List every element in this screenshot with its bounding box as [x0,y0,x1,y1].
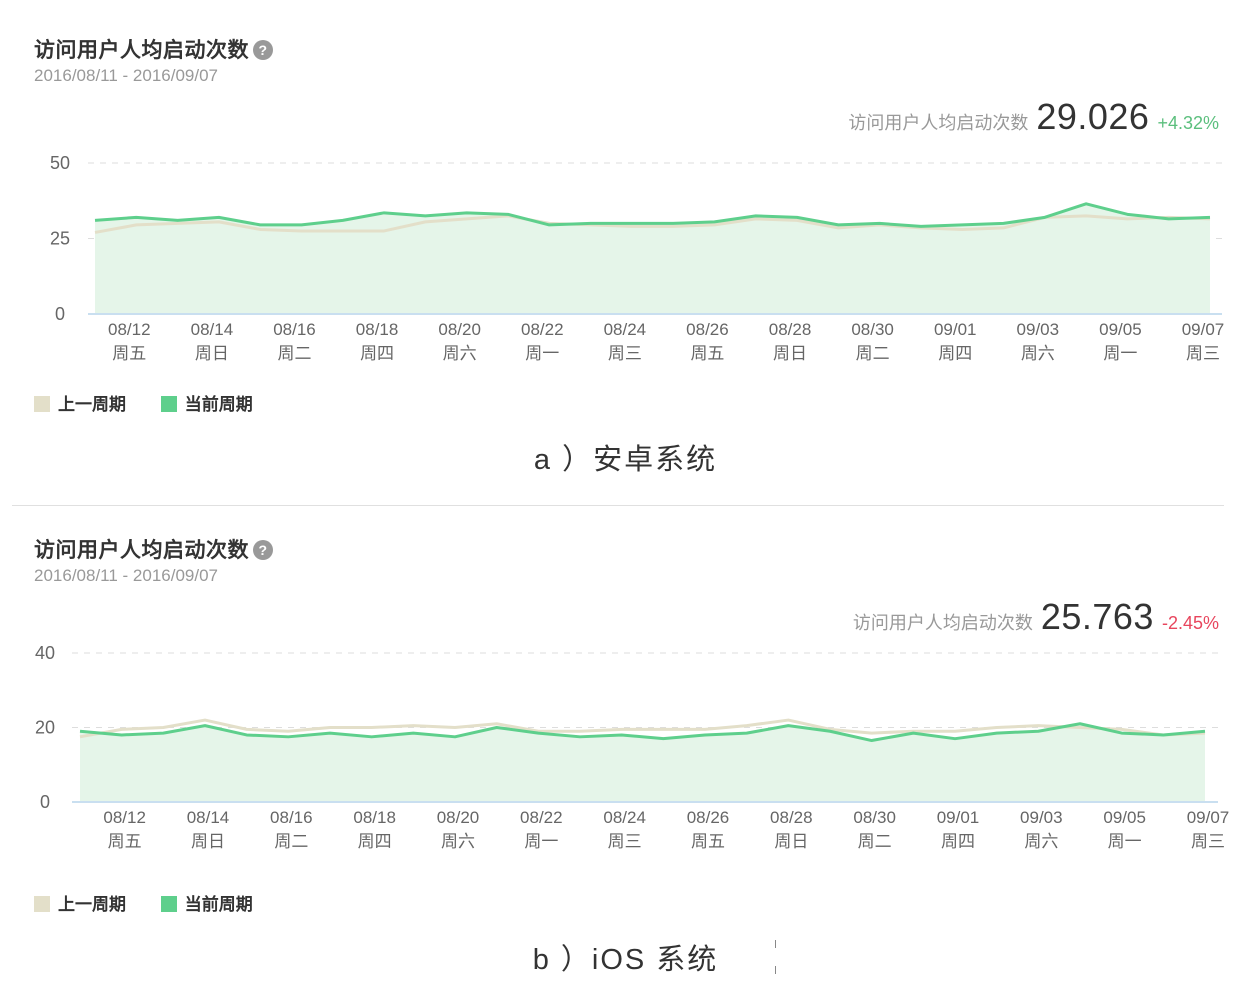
y-tick-label: 0 [40,792,50,812]
x-tick-weekday: 周一 [525,344,559,363]
x-tick-label: 09/01 [934,320,977,339]
x-tick-label: 08/16 [270,808,313,827]
x-tick-label: 08/16 [273,320,316,339]
x-tick-weekday: 周三 [1186,344,1220,363]
legend-swatch-previous [34,896,50,912]
figure-caption: b ）iOS 系统 [532,944,719,976]
line-area-chart: 0 20 40 08/12 周五 08/14 周日 08/16 周二 08/18 周四 08/20 周六… [35,643,1230,851]
chart-panel-android: 访问用户人均启动次数? 2016/08/11 - 2016/09/07 访问用户… [0,0,1251,500]
x-tick-label: 08/22 [521,320,564,339]
x-tick-label: 08/24 [604,320,647,339]
x-tick-label: 08/20 [438,320,481,339]
legend: 上一周期 当前周期 [34,890,283,915]
x-tick-weekday: 周一 [524,832,558,851]
figure-caption: a ）安卓系统 [533,444,718,476]
legend-item-previous[interactable]: 上一周期 [34,390,126,415]
x-tick-label: 08/26 [686,320,729,339]
x-tick-label: 08/12 [108,320,151,339]
x-tick-label: 08/30 [851,320,894,339]
x-tick-label: 08/26 [687,808,730,827]
x-tick-weekday: 周四 [358,832,392,851]
y-tick-label: 0 [55,304,65,324]
area-fill-current [95,203,1210,314]
x-tick-label: 09/03 [1020,808,1063,827]
x-tick-label: 08/18 [353,808,396,827]
x-tick-weekday: 周三 [608,832,642,851]
x-tick-label: 08/24 [603,808,646,827]
x-tick-weekday: 周五 [691,832,725,851]
x-tick-weekday: 周二 [277,344,311,363]
y-tick-label: 20 [35,718,55,738]
x-tick-weekday: 周三 [608,344,642,363]
y-tick-label: 50 [50,153,70,173]
x-tick-label: 08/18 [356,320,399,339]
x-tick-label: 08/14 [191,320,234,339]
legend-item-current[interactable]: 当前周期 [160,390,253,415]
legend-swatch-previous [34,396,50,412]
x-tick-weekday: 周五 [112,344,146,363]
legend: 上一周期 当前周期 [34,390,283,415]
x-tick-weekday: 周二 [856,344,890,363]
x-tick-label: 09/07 [1182,320,1225,339]
legend-swatch-current [160,896,177,912]
legend-item-current[interactable]: 当前周期 [160,890,253,915]
stray-mark [775,940,776,978]
x-tick-weekday: 周一 [1103,344,1137,363]
x-tick-weekday: 周二 [858,832,892,851]
x-tick-label: 09/05 [1103,808,1146,827]
x-tick-weekday: 周日 [195,344,229,363]
x-tick-label: 08/12 [103,808,146,827]
y-tick-label: 25 [50,229,70,249]
x-tick-label: 08/30 [853,808,896,827]
x-tick-weekday: 周六 [1024,832,1058,851]
chart-panel-ios: 访问用户人均启动次数? 2016/08/11 - 2016/09/07 访问用户… [0,500,1251,1002]
x-tick-weekday: 周四 [360,344,394,363]
x-tick-label: 09/05 [1099,320,1142,339]
legend-item-previous[interactable]: 上一周期 [34,890,126,915]
x-tick-weekday: 周三 [1191,832,1225,851]
x-tick-weekday: 周六 [443,344,477,363]
y-tick-label: 40 [35,643,55,663]
x-tick-weekday: 周五 [108,832,142,851]
x-tick-weekday: 周六 [1021,344,1055,363]
x-tick-label: 08/14 [187,808,230,827]
x-tick-label: 08/22 [520,808,563,827]
x-tick-label: 08/20 [437,808,480,827]
x-tick-label: 09/07 [1187,808,1230,827]
x-tick-label: 09/01 [937,808,980,827]
x-tick-weekday: 周一 [1108,832,1142,851]
x-tick-weekday: 周日 [773,344,807,363]
x-tick-weekday: 周六 [441,832,475,851]
x-tick-label: 08/28 [769,320,812,339]
x-tick-weekday: 周五 [690,344,724,363]
line-area-chart: 0 25 50 08/12 周五 08/14 周日 08/16 周二 08/18 周四 08/20 周六… [50,153,1225,363]
x-tick-weekday: 周日 [191,832,225,851]
x-tick-label: 08/28 [770,808,813,827]
x-tick-label: 09/03 [1017,320,1060,339]
x-tick-weekday: 周日 [774,832,808,851]
x-tick-weekday: 周四 [941,832,975,851]
legend-swatch-current [160,396,177,412]
x-tick-weekday: 周四 [938,344,972,363]
x-tick-weekday: 周二 [274,832,308,851]
